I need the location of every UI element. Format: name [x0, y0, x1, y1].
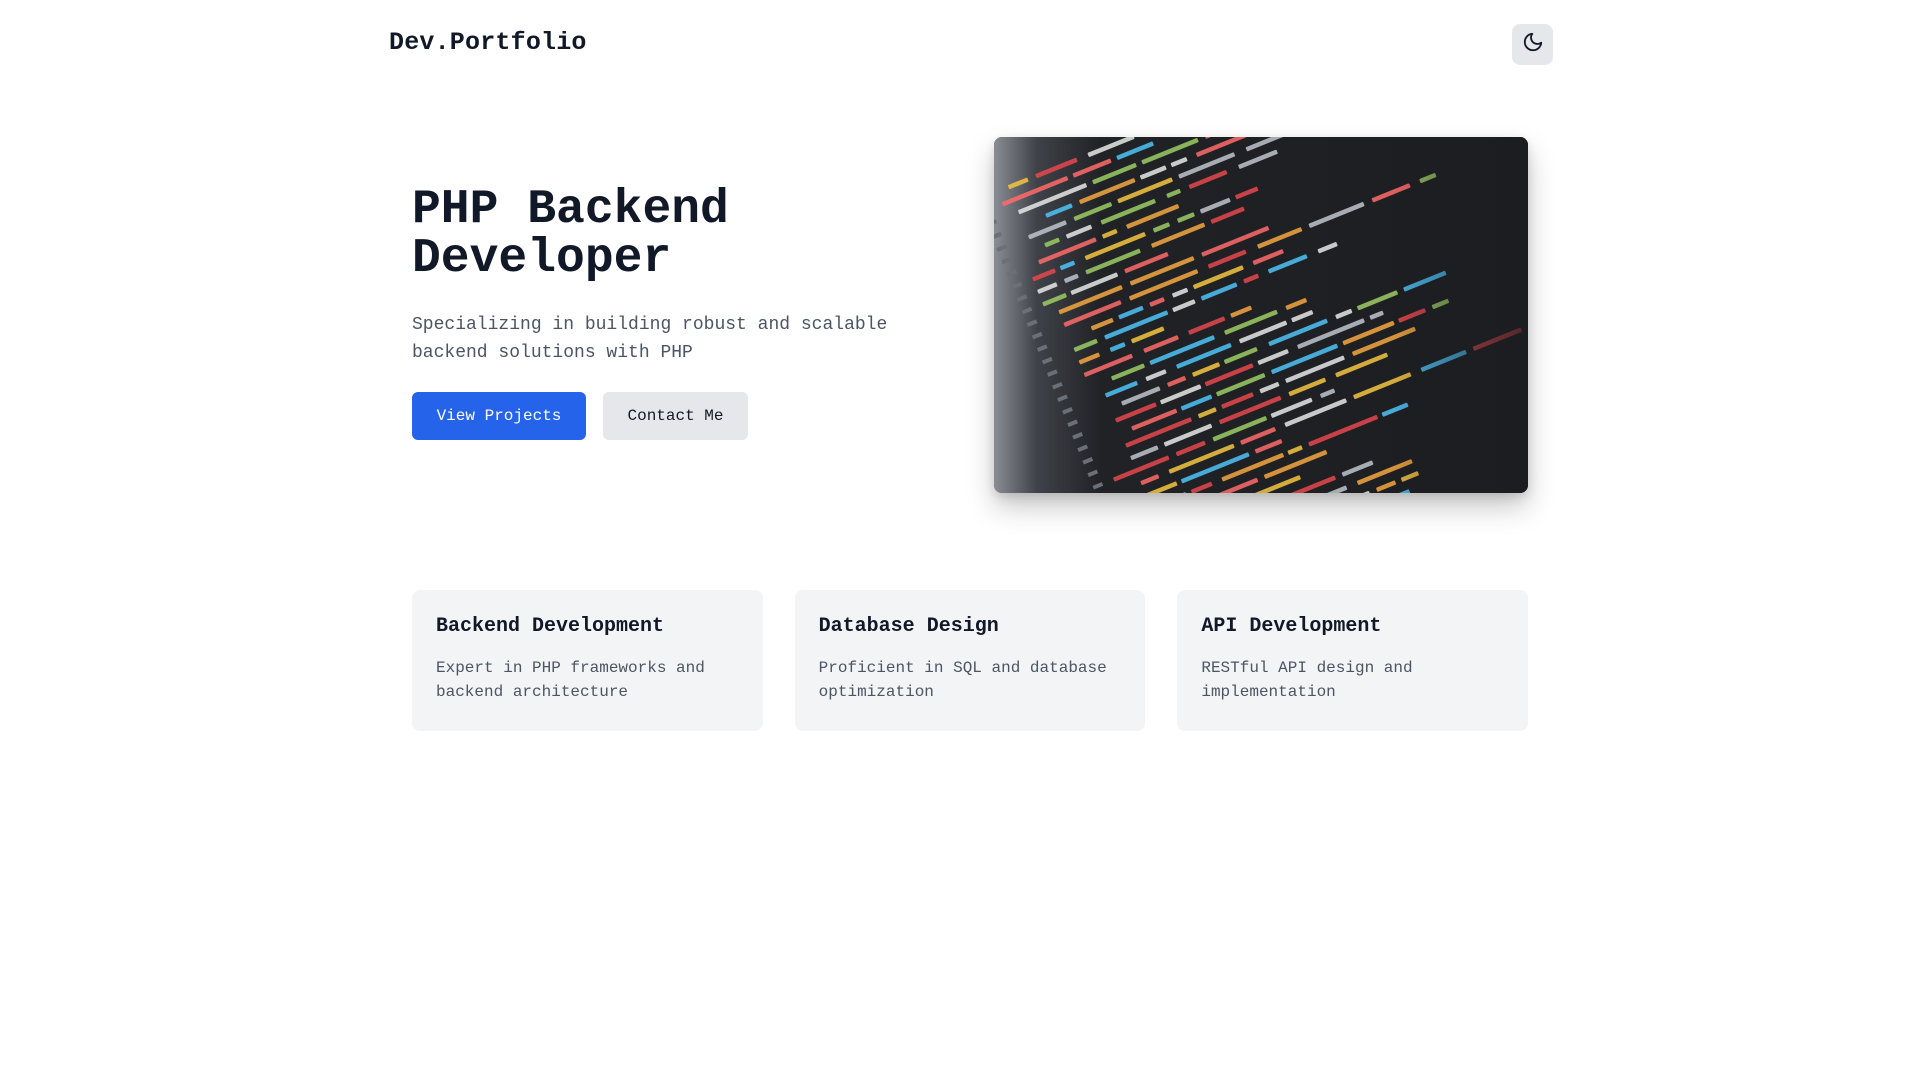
- theme-toggle-button[interactable]: [1512, 24, 1553, 65]
- brand-logo[interactable]: Dev.Portfolio: [389, 28, 587, 57]
- top-navbar: Dev.Portfolio: [0, 0, 1920, 88]
- hero-title-line2: Developer: [412, 232, 672, 286]
- card-title: Database Design: [818, 615, 999, 638]
- skill-card-backend: Backend Development Expert in PHP framew…: [412, 590, 763, 731]
- hero-section: PHP Backend Developer Specializing in bu…: [412, 186, 932, 367]
- card-description: Proficient in SQL and database optimizat…: [818, 659, 1107, 701]
- code-screen-illustration: [994, 137, 1528, 493]
- skills-cards: Backend Development Expert in PHP framew…: [412, 590, 1529, 731]
- skill-card-database: Database Design Proficient in SQL and da…: [794, 590, 1146, 731]
- moon-icon: [1522, 31, 1544, 58]
- card-description: Expert in PHP frameworks and backend arc…: [436, 659, 705, 701]
- contact-me-button[interactable]: Contact Me: [603, 392, 748, 440]
- hero-actions: View Projects Contact Me: [412, 392, 748, 440]
- view-projects-button[interactable]: View Projects: [412, 392, 586, 440]
- hero-subtitle: Specializing in building robust and scal…: [412, 315, 888, 363]
- code-screen-image: [994, 137, 1528, 493]
- card-description: RESTful API design and implementation: [1201, 659, 1413, 701]
- card-title: API Development: [1201, 615, 1382, 638]
- hero-title-line1: PHP Backend: [412, 183, 729, 237]
- card-title: Backend Development: [436, 615, 665, 638]
- skill-card-api: API Development RESTful API design and i…: [1177, 590, 1529, 731]
- hero-title: PHP Backend Developer: [412, 186, 932, 284]
